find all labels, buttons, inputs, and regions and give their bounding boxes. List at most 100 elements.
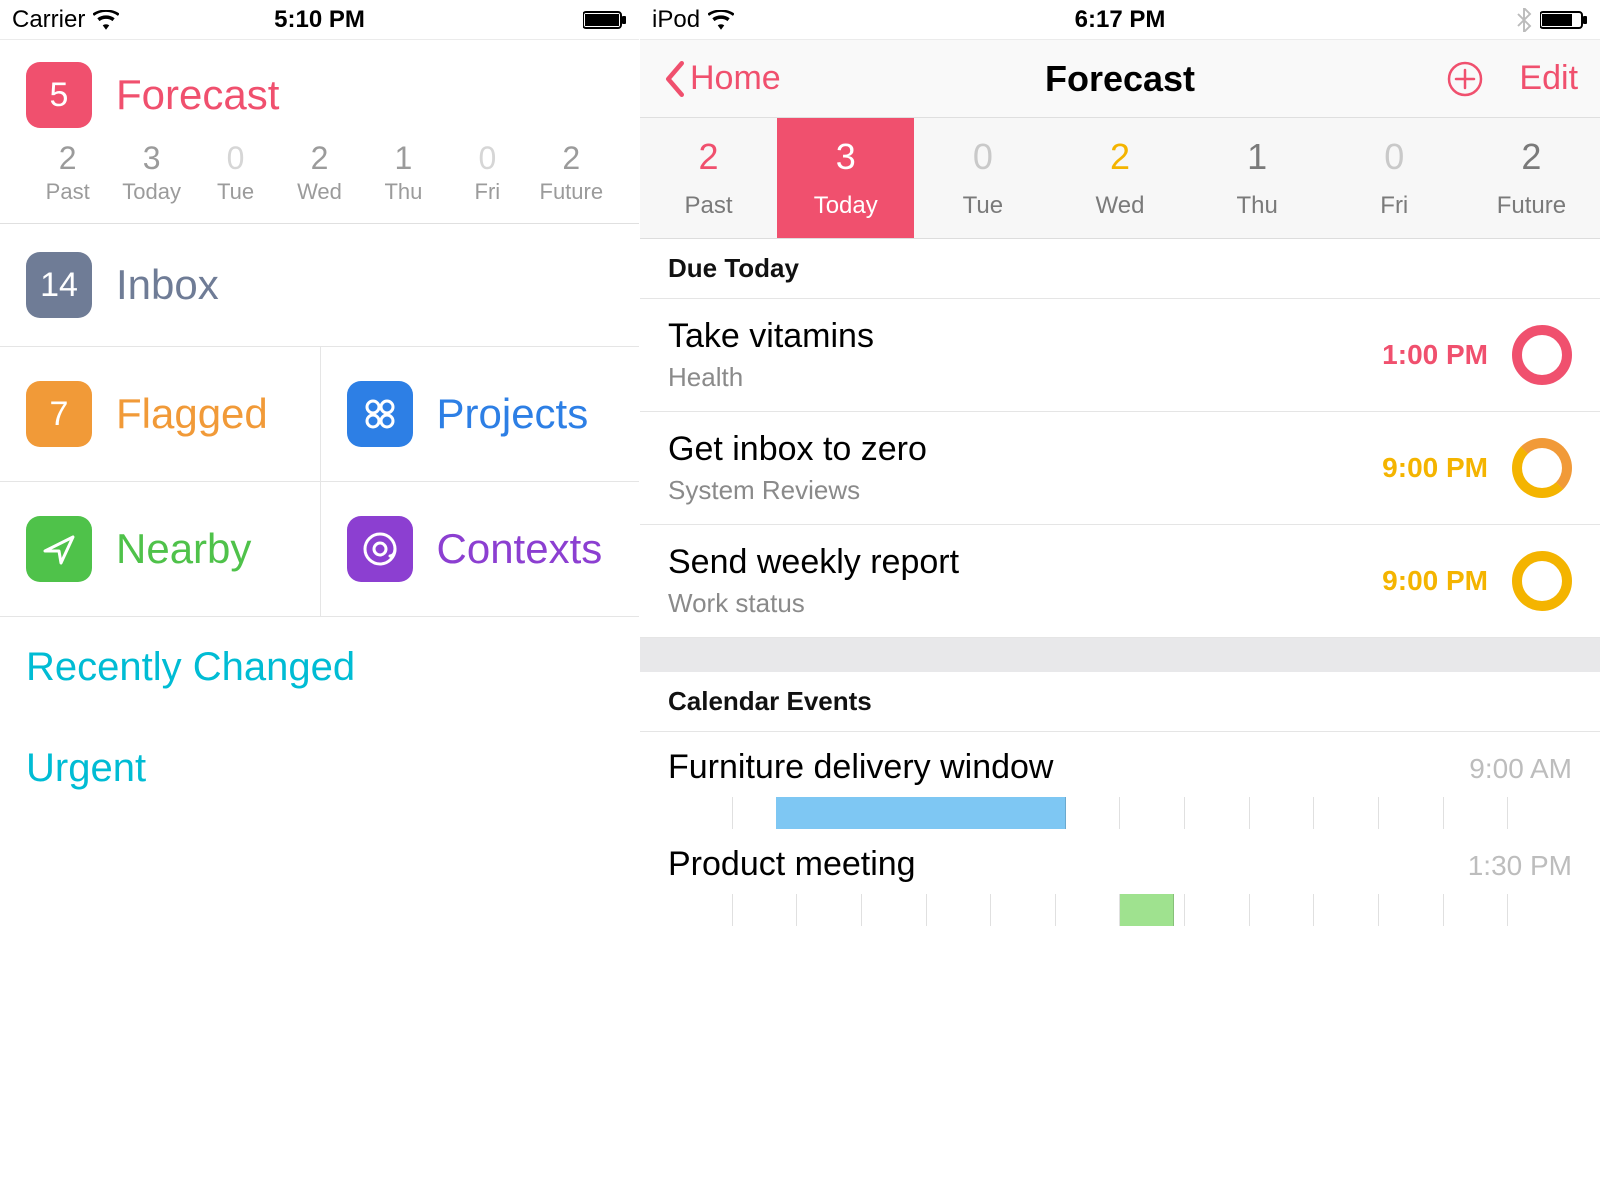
event-time: 9:00 AM — [1469, 753, 1572, 785]
forecast-label: Forecast — [116, 71, 279, 119]
task-row[interactable]: Get inbox to zeroSystem Reviews9:00 PM — [640, 412, 1600, 525]
nearby-icon — [26, 516, 92, 582]
inbox-count: 14 — [40, 266, 78, 305]
day-label: Today — [777, 192, 914, 220]
day-label: Thu — [1189, 192, 1326, 220]
nav-back-label: Home — [690, 59, 781, 98]
day-count: 2 — [640, 136, 777, 178]
nav-bar: Home Forecast Edit — [640, 40, 1600, 118]
day-count: 2 — [1463, 136, 1600, 178]
event-block — [776, 797, 1065, 829]
day-fri[interactable]: 0Fri — [446, 140, 529, 205]
event-row[interactable]: Furniture delivery window 9:00 AM — [640, 732, 1600, 829]
day-label: Past — [640, 192, 777, 220]
contexts-label: Contexts — [437, 525, 603, 573]
event-block — [1120, 894, 1174, 926]
day-fri[interactable]: 0 Fri — [1326, 118, 1463, 238]
forecast-screen: iPod 6:17 PM Home — [640, 0, 1600, 1200]
section-calendar-events: Calendar Events — [640, 672, 1600, 732]
nearby-label: Nearby — [116, 525, 251, 573]
task-row[interactable]: Take vitaminsHealth1:00 PM — [640, 299, 1600, 412]
nearby-tile[interactable]: Nearby — [0, 481, 320, 616]
forecast-count: 5 — [50, 76, 69, 115]
contexts-icon — [347, 516, 413, 582]
day-count: 0 — [1326, 136, 1463, 178]
task-status-ring[interactable] — [1512, 325, 1572, 385]
task-project: Work status — [668, 588, 1364, 619]
day-today[interactable]: 3Today — [110, 140, 193, 205]
flagged-count: 7 — [50, 395, 69, 434]
day-thu[interactable]: 1Thu — [362, 140, 445, 205]
wifi-icon — [93, 10, 119, 30]
projects-tile[interactable]: Projects — [320, 347, 640, 481]
day-count: 0 — [914, 136, 1051, 178]
home-screen: Carrier 5:10 PM 5 Forecast 2Past 3Today … — [0, 0, 640, 1200]
day-future[interactable]: 2 Future — [1463, 118, 1600, 238]
forecast-days-row: 2Past3Today0Tue2Wed1Thu0Fri2Future — [640, 118, 1600, 239]
forecast-days-row: 2Past 3Today 0Tue 2Wed 1Thu 0Fri 2Future — [0, 132, 639, 224]
event-row[interactable]: Product meeting 1:30 PM — [640, 829, 1600, 926]
status-time: 6:17 PM — [1075, 6, 1166, 34]
task-project: System Reviews — [668, 475, 1364, 506]
day-label: Future — [1463, 192, 1600, 220]
device-label: iPod — [652, 6, 700, 34]
tiles-grid: 7 Flagged Projects Nearby Contexts — [0, 346, 639, 617]
task-project: Health — [668, 362, 1364, 393]
projects-label: Projects — [437, 390, 589, 438]
inbox-label: Inbox — [116, 261, 219, 309]
day-thu[interactable]: 1 Thu — [1189, 118, 1326, 238]
status-bar: Carrier 5:10 PM — [0, 0, 639, 40]
event-title: Furniture delivery window — [668, 748, 1054, 787]
task-title: Take vitamins — [668, 317, 1364, 356]
flagged-badge: 7 — [26, 381, 92, 447]
day-past[interactable]: 2 Past — [640, 118, 777, 238]
chevron-left-icon — [662, 61, 688, 97]
inbox-badge: 14 — [26, 252, 92, 318]
task-row[interactable]: Send weekly report Work status 9:00 PM — [640, 525, 1600, 638]
day-wed[interactable]: 2 Wed — [1051, 118, 1188, 238]
battery-icon — [583, 10, 627, 30]
day-tue[interactable]: 0 Tue — [914, 118, 1051, 238]
task-time: 9:00 PM — [1382, 565, 1488, 597]
nav-title: Forecast — [1045, 58, 1195, 100]
forecast-badge: 5 — [26, 62, 92, 128]
day-past[interactable]: 2Past — [26, 140, 109, 205]
day-label: Tue — [914, 192, 1051, 220]
task-title: Send weekly report — [668, 543, 1364, 582]
projects-icon — [347, 381, 413, 447]
task-status-ring[interactable] — [1512, 551, 1572, 611]
day-wed[interactable]: 2Wed — [278, 140, 361, 205]
day-tue[interactable]: 0Tue — [194, 140, 277, 205]
forecast-row[interactable]: 5 Forecast — [0, 40, 639, 132]
day-label: Fri — [1326, 192, 1463, 220]
add-button[interactable] — [1445, 59, 1485, 99]
flagged-tile[interactable]: 7 Flagged — [0, 347, 320, 481]
recently-changed-link[interactable]: Recently Changed — [0, 617, 639, 718]
bluetooth-icon — [1516, 8, 1532, 32]
edit-button[interactable]: Edit — [1519, 59, 1578, 98]
wifi-icon — [708, 10, 734, 30]
day-count: 1 — [1189, 136, 1326, 178]
task-status-ring[interactable] — [1512, 438, 1572, 498]
contexts-tile[interactable]: Contexts — [320, 481, 640, 616]
day-today[interactable]: 3 Today — [777, 118, 914, 238]
section-due-today: Due Today — [640, 239, 1600, 299]
battery-icon — [1540, 10, 1588, 30]
day-count: 3 — [777, 136, 914, 178]
inbox-row[interactable]: 14 Inbox — [0, 224, 639, 346]
status-bar: iPod 6:17 PM — [640, 0, 1600, 40]
task-time: 9:00 PM — [1382, 452, 1488, 484]
day-count: 2 — [1051, 136, 1188, 178]
day-future[interactable]: 2Future — [530, 140, 613, 205]
status-time: 5:10 PM — [274, 6, 365, 34]
event-title: Product meeting — [668, 845, 916, 884]
event-timeline — [668, 797, 1572, 829]
event-time: 1:30 PM — [1468, 850, 1572, 882]
event-timeline — [668, 894, 1572, 926]
flagged-label: Flagged — [116, 390, 268, 438]
day-label: Wed — [1051, 192, 1188, 220]
section-gap — [640, 638, 1600, 672]
carrier-label: Carrier — [12, 6, 85, 34]
urgent-link[interactable]: Urgent — [0, 718, 639, 819]
nav-back-button[interactable]: Home — [662, 59, 1045, 98]
